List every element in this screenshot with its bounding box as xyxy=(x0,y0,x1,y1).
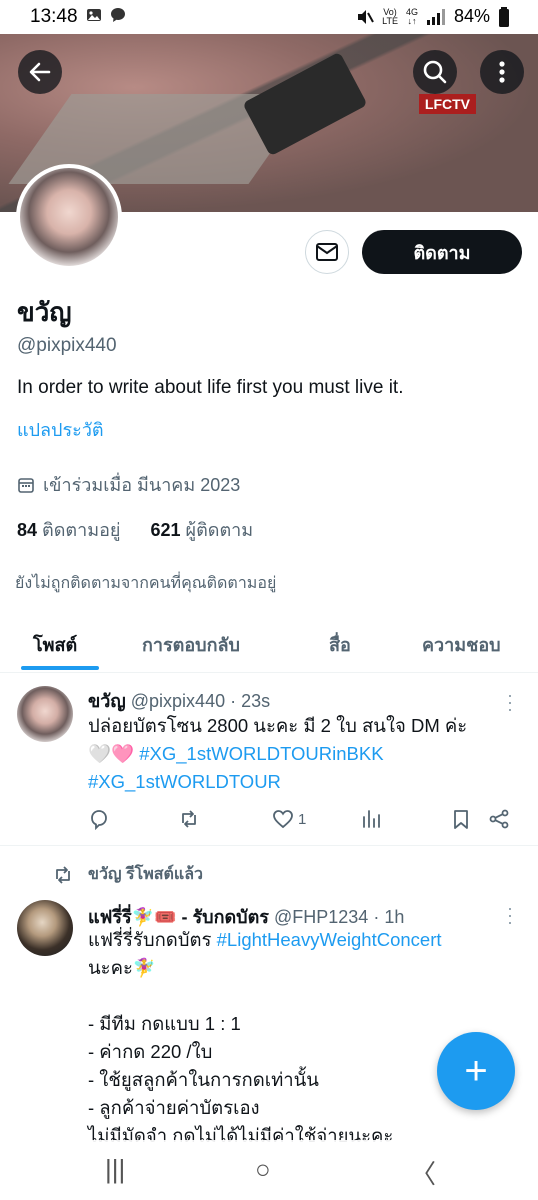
hearts-emoji: 🤍🩷 xyxy=(88,743,135,764)
tab-likes[interactable]: ความชอบ xyxy=(422,630,501,659)
retweet-note: ขวัญ รีโพสต์แล้ว xyxy=(52,862,203,887)
status-time: 13:48 xyxy=(30,6,78,27)
compose-button[interactable]: + xyxy=(437,1032,515,1110)
tab-replies[interactable]: การตอบกลับ xyxy=(142,630,240,659)
gallery-icon xyxy=(87,9,101,21)
bookmark-button[interactable] xyxy=(450,808,472,830)
mute-icon xyxy=(358,9,374,24)
share-icon xyxy=(489,809,509,829)
heart-icon xyxy=(273,810,293,829)
bookmark-icon xyxy=(454,810,468,829)
more-options-button[interactable] xyxy=(480,50,524,94)
display-name: ขวัญ xyxy=(17,297,72,327)
signal-icon xyxy=(426,8,445,25)
tweet-time: · 1h xyxy=(373,907,405,927)
reply-icon xyxy=(91,810,107,830)
tweet-author[interactable]: ขวัญ xyxy=(88,691,126,711)
followers-link[interactable]: 621 ผู้ติดตาม xyxy=(150,520,253,540)
hashtag-link[interactable]: #LightHeavyWeightConcert xyxy=(217,929,442,950)
chat-icon xyxy=(111,8,126,22)
joined-text: เข้าร่วมเมื่อ มีนาคม 2023 xyxy=(43,475,241,495)
status-bar: 13:48 Vo) LTE 4G ↓↑ 84% xyxy=(0,0,538,34)
tweet-time: · 23s xyxy=(230,691,271,711)
tweet-divider xyxy=(0,845,538,846)
tab-posts[interactable]: โพสต์ xyxy=(33,630,77,659)
translate-bio-link[interactable]: แปลประวัติ xyxy=(17,415,104,444)
battery-percent: 84% xyxy=(453,6,490,26)
like-count: 1 xyxy=(298,810,307,828)
joined-date: เข้าร่วมเมื่อ มีนาคม 2023 xyxy=(17,470,240,499)
share-button[interactable] xyxy=(488,808,510,830)
tweet-avatar[interactable] xyxy=(17,900,73,956)
active-tab-indicator xyxy=(21,666,99,670)
search-icon xyxy=(423,60,447,84)
home-button[interactable]: ○ xyxy=(255,1154,271,1185)
reply-button[interactable] xyxy=(88,808,110,830)
profile-handle: @pixpix440 xyxy=(17,335,117,356)
volte-indicator: Vo) LTE xyxy=(382,6,398,26)
not-followed-note: ยังไม่ถูกติดตามจากคนที่คุณติดตามอยู่ xyxy=(15,575,277,592)
profile-bio: In order to write about life first you m… xyxy=(17,377,404,398)
repost-icon xyxy=(182,810,196,828)
recents-button[interactable]: ||| xyxy=(105,1154,125,1185)
tab-media[interactable]: สื่อ xyxy=(329,630,351,659)
mail-icon xyxy=(316,243,338,261)
profile-avatar[interactable] xyxy=(16,164,122,270)
tweet-actions: 1 xyxy=(88,808,518,832)
tweet-menu-button[interactable]: · · · xyxy=(506,686,514,718)
follow-counts: 84 ติดตามอยู่ 621 ผู้ติดตาม xyxy=(17,515,253,544)
views-button[interactable] xyxy=(360,808,382,830)
following-link[interactable]: 84 ติดตามอยู่ xyxy=(17,520,120,540)
tweet-handle[interactable]: @FHP1234 xyxy=(274,907,368,927)
tweet-author[interactable]: แฟรี่รี่🧚‍♀️🎟️ - รับกดบัตร xyxy=(88,907,269,927)
tweet-header: ขวัญ @pixpix440 · 23s xyxy=(88,686,270,715)
search-button[interactable] xyxy=(413,50,457,94)
data-indicator: 4G ↓↑ xyxy=(405,6,418,26)
tweet-text: ปล่อยบัตรโซน 2800 นะคะ มี 2 ใบ สนใจ DM ค… xyxy=(88,715,468,792)
views-icon xyxy=(363,810,380,828)
profile-tabs: โพสต์ การตอบกลับ สื่อ ความชอบ xyxy=(0,612,538,673)
message-button[interactable] xyxy=(305,230,349,274)
notification-icons xyxy=(86,7,126,28)
repost-button[interactable] xyxy=(178,808,200,830)
tweet-handle[interactable]: @pixpix440 xyxy=(131,691,225,711)
tweet-menu-button[interactable]: · · · xyxy=(506,899,514,931)
nav-back-button[interactable]: 〈 xyxy=(410,1154,436,1191)
banner-watermark: LFCTV xyxy=(418,94,476,114)
hashtag-link[interactable]: #XG_1stWORLDTOURinBKK xyxy=(139,743,383,764)
back-arrow-icon xyxy=(29,62,51,82)
battery-icon xyxy=(499,6,509,27)
hashtag-link[interactable]: #XG_1stWORLDTOUR xyxy=(88,771,281,792)
follow-button[interactable]: ติดตาม xyxy=(362,230,522,274)
calendar-icon xyxy=(18,477,34,493)
more-vertical-icon xyxy=(499,61,505,83)
back-button[interactable] xyxy=(18,50,62,94)
repost-icon xyxy=(56,865,70,884)
tweet-avatar[interactable] xyxy=(17,686,73,742)
system-nav-bar: ||| ○ 〈 xyxy=(0,1140,538,1200)
like-button[interactable]: 1 xyxy=(272,808,306,830)
